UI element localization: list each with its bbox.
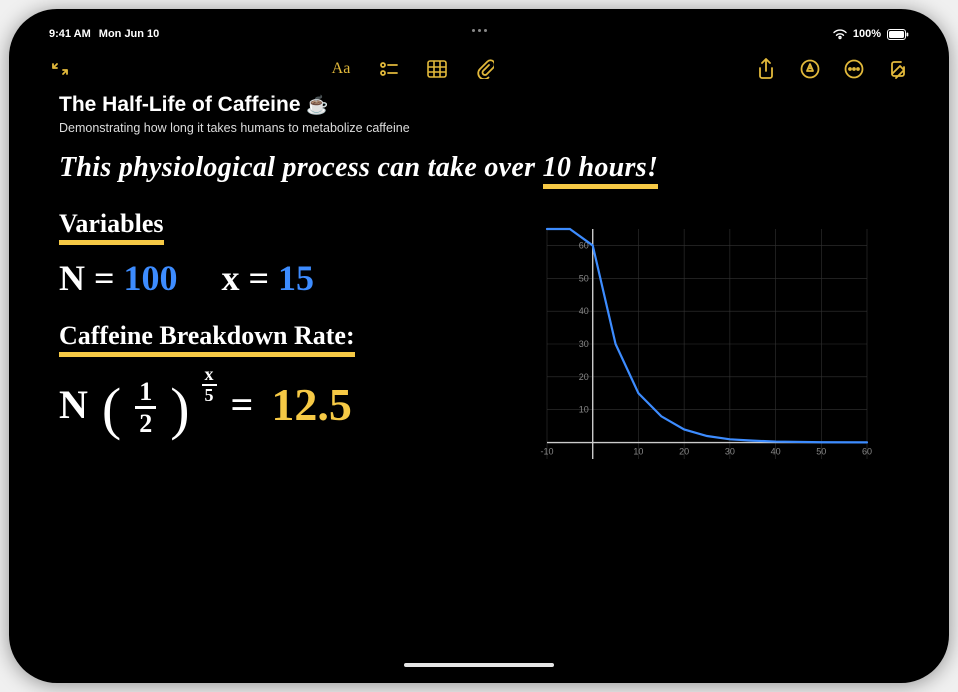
formula[interactable]: N ( 1 2 ) x 5 = 12.5 (59, 371, 484, 438)
svg-text:10: 10 (633, 446, 643, 456)
home-indicator[interactable] (404, 663, 554, 667)
variables-line[interactable]: N = 100 x = 15 (59, 257, 484, 299)
note-title[interactable]: The Half-Life of Caffeine ☕ (59, 93, 899, 117)
table-icon[interactable] (426, 58, 448, 80)
decay-chart[interactable]: -10102030405060102030405060 (537, 219, 877, 479)
wifi-icon (833, 29, 847, 40)
exp-num: x (202, 365, 217, 386)
coffee-emoji-icon: ☕ (306, 95, 328, 115)
note-toolbar: Aa (19, 49, 939, 89)
svg-text:10: 10 (578, 404, 588, 414)
battery-icon (887, 29, 909, 40)
markup-icon[interactable] (799, 58, 821, 80)
note-title-text: The Half-Life of Caffeine (59, 93, 301, 116)
var-n-label: N = (59, 258, 115, 298)
ipad-frame: 9:41 AM Mon Jun 10 100% (9, 9, 949, 683)
text-format-label: Aa (332, 60, 351, 78)
frac-den: 2 (139, 409, 152, 437)
exponent-fraction: x 5 (202, 365, 217, 404)
svg-text:40: 40 (578, 306, 588, 316)
exp-den: 5 (205, 386, 214, 404)
headline-text: This physiological process can take over (59, 152, 543, 183)
checklist-icon[interactable] (378, 58, 400, 80)
more-icon[interactable] (843, 58, 865, 80)
compose-icon[interactable] (887, 58, 909, 80)
svg-text:50: 50 (816, 446, 826, 456)
svg-text:20: 20 (578, 371, 588, 381)
var-x-label: x = (222, 258, 270, 298)
status-bar: 9:41 AM Mon Jun 10 100% (19, 23, 939, 45)
screen: 9:41 AM Mon Jun 10 100% (19, 19, 939, 673)
note-subtitle[interactable]: Demonstrating how long it takes humans t… (59, 121, 899, 135)
formula-n: N (59, 381, 88, 428)
var-n-value: 100 (124, 258, 178, 298)
svg-text:60: 60 (862, 446, 872, 456)
svg-text:40: 40 (770, 446, 780, 456)
variables-heading[interactable]: Variables (59, 209, 164, 245)
svg-text:20: 20 (679, 446, 689, 456)
headline-emphasis: 10 hours! (543, 152, 659, 189)
frac-num: 1 (135, 379, 156, 409)
battery-percent: 100% (853, 28, 881, 40)
share-icon[interactable] (755, 58, 777, 80)
rate-heading[interactable]: Caffeine Breakdown Rate: (59, 321, 355, 357)
status-time: 9:41 AM (49, 28, 91, 40)
svg-text:-10: -10 (540, 446, 553, 456)
paren-open: ( (102, 375, 121, 442)
svg-text:50: 50 (578, 273, 588, 283)
status-date: Mon Jun 10 (99, 28, 160, 40)
attachment-icon[interactable] (474, 58, 496, 80)
svg-text:30: 30 (724, 446, 734, 456)
collapse-icon[interactable] (49, 58, 71, 80)
svg-text:30: 30 (578, 339, 588, 349)
paren-close: ) (170, 375, 189, 442)
handwriting-headline[interactable]: This physiological process can take over… (59, 151, 899, 185)
note-canvas[interactable]: The Half-Life of Caffeine ☕ Demonstratin… (59, 93, 899, 653)
equals-sign: = (231, 381, 254, 428)
fraction-half: 1 2 (135, 379, 156, 437)
text-format-button[interactable]: Aa (330, 58, 352, 80)
var-x-value: 15 (278, 258, 314, 298)
formula-result: 12.5 (271, 378, 352, 431)
